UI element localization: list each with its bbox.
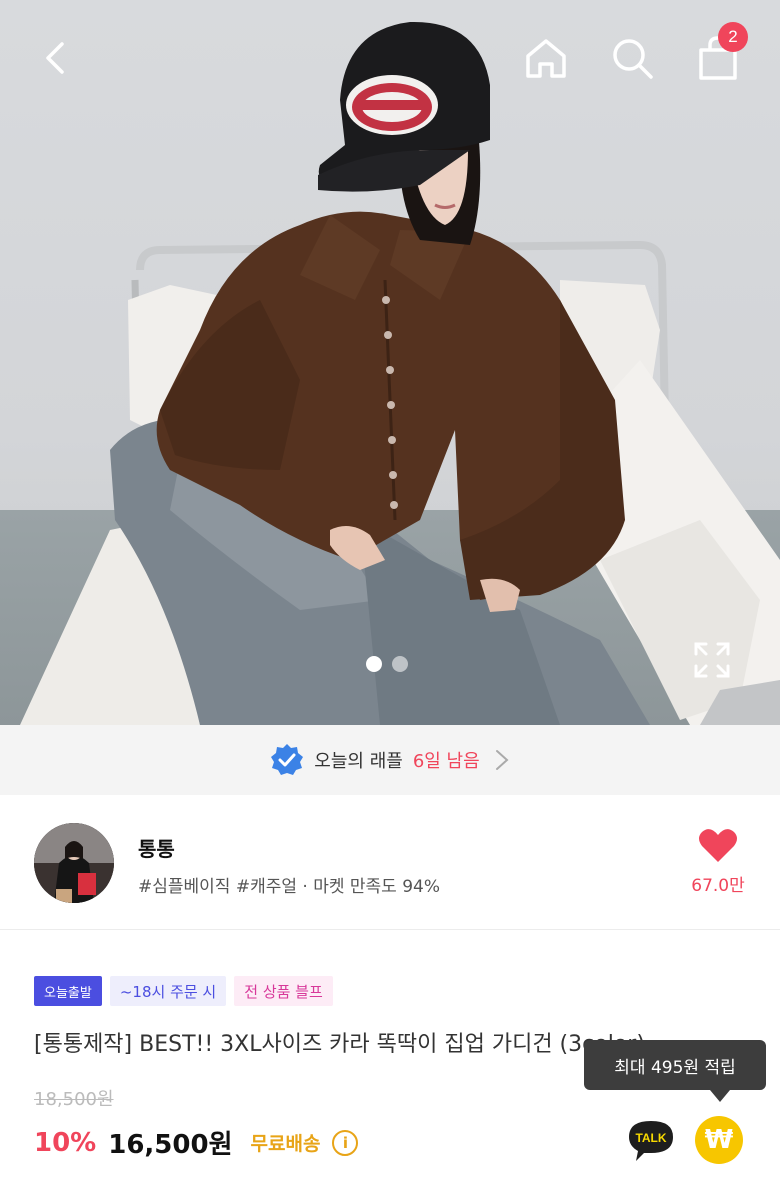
cart-button[interactable]: 2: [690, 22, 748, 86]
home-icon: [526, 39, 566, 78]
store-tags: #심플베이직 #캐주얼 · 마켓 만족도 94%: [138, 877, 441, 897]
shipping-info-icon[interactable]: i: [332, 1129, 359, 1156]
free-shipping-label: 무료배송: [250, 1133, 321, 1155]
verified-badge-icon: [271, 744, 304, 775]
badge-today-ship: 오늘출발: [34, 976, 102, 1006]
carousel-dot-2[interactable]: [392, 656, 408, 672]
sale-price: 16,500원: [108, 1130, 233, 1160]
carousel-indicator: [366, 656, 408, 672]
like-count: 67.0만: [691, 876, 745, 896]
store-avatar[interactable]: [34, 823, 114, 903]
store-name[interactable]: 통통: [138, 833, 175, 862]
original-price: 18,500원: [34, 1089, 114, 1110]
badge-order-deadline: ~18시 주문 시: [109, 976, 227, 1006]
reward-coin-button[interactable]: ₩: [695, 1116, 743, 1164]
store-info: 통통 #심플베이직 #캐주얼 · 마켓 만족도 94% 67.0만: [0, 795, 780, 930]
raffle-remaining: 6일 남음: [412, 751, 480, 772]
expand-icon: [694, 642, 730, 678]
raffle-label: 오늘의 래플: [314, 751, 403, 772]
store-avatar-image: [34, 823, 114, 903]
search-button[interactable]: [604, 30, 660, 86]
chevron-right-icon: [495, 750, 509, 770]
carousel-dot-1[interactable]: [366, 656, 382, 672]
search-icon: [613, 39, 653, 79]
like-button[interactable]: 67.0만: [680, 827, 756, 896]
price-row: 10% 16,500원 무료배송 i: [34, 1124, 359, 1161]
reward-tooltip: 최대 495원 적립: [584, 1040, 766, 1102]
badge-sale-event: 전 상품 블프: [234, 976, 333, 1006]
talk-bubble-icon: TALK: [629, 1121, 673, 1161]
fullscreen-button[interactable]: [692, 640, 732, 680]
product-photo: [20, 21, 780, 725]
product-image-carousel[interactable]: 2: [0, 0, 780, 725]
chevron-left-icon: [46, 42, 64, 74]
raffle-banner[interactable]: 오늘의 래플 6일 남음: [0, 725, 780, 795]
product-badges: 오늘출발 ~18시 주문 시 전 상품 블프: [34, 976, 333, 1006]
cart-count-badge: 2: [718, 22, 748, 52]
product-title: [통통제작] BEST!! 3XL사이즈 카라 똑딱이 집업 가디건 (3col…: [34, 1032, 645, 1057]
talk-label: TALK: [635, 1131, 666, 1145]
kakao-talk-button[interactable]: TALK: [626, 1118, 676, 1164]
discount-rate: 10%: [34, 1127, 97, 1158]
heart-icon: [699, 829, 737, 862]
back-button[interactable]: [28, 30, 84, 86]
home-button[interactable]: [518, 30, 574, 86]
